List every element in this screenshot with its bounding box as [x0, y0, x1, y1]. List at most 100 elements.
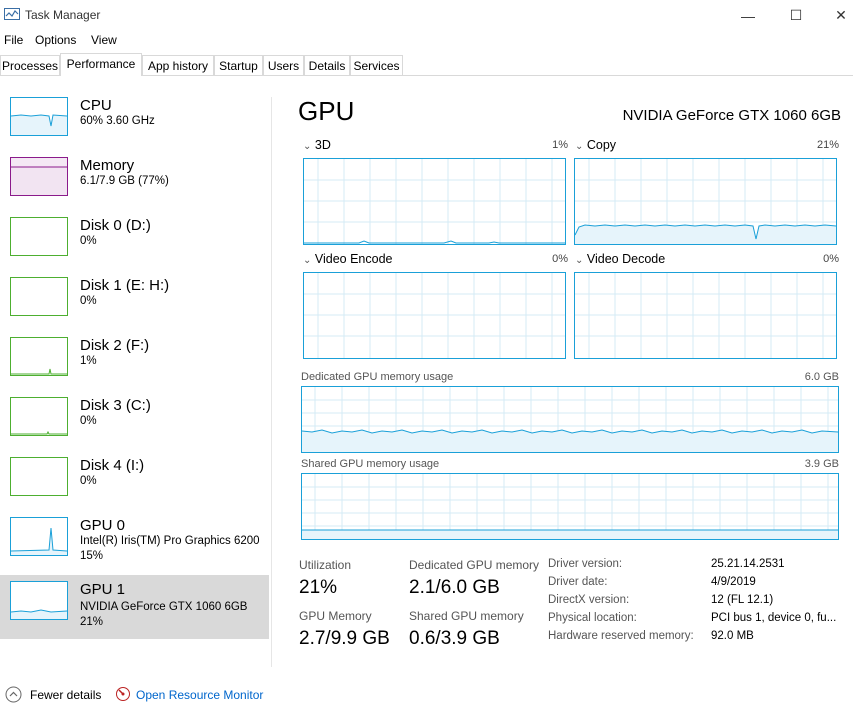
shared-gpu-memory-label: Shared GPU memory — [409, 609, 524, 623]
chevron-up-icon[interactable] — [5, 686, 22, 708]
chevron-down-icon: ⌄ — [303, 141, 312, 152]
physical-location-value: PCI bus 1, device 0, fu... — [711, 612, 837, 624]
sidebar-item-cpu[interactable]: CPU 60% 3.60 GHz — [0, 91, 269, 151]
minimize-icon: — — [741, 7, 755, 24]
directx-version-value: 12 (FL 12.1) — [711, 594, 774, 606]
graph-dedicated-memory — [301, 386, 839, 453]
sidebar-item-detail: 60% 3.60 GHz — [80, 115, 155, 127]
graph-3d — [303, 158, 566, 245]
sidebar-divider — [271, 97, 272, 667]
task-manager-icon — [4, 8, 20, 22]
driver-version-value: 25.21.14.2531 — [711, 558, 785, 570]
sidebar-item-detail: 0% — [80, 475, 97, 487]
disk-thumbnail-graph — [10, 337, 68, 376]
directx-version-label: DirectX version: — [548, 594, 630, 606]
window-title: Task Manager — [25, 8, 101, 22]
fewer-details-link[interactable]: Fewer details — [30, 688, 101, 702]
memory-thumbnail-graph — [10, 157, 68, 196]
engine-selector-3d[interactable]: ⌄ 3D — [303, 138, 331, 152]
sidebar-item-label: CPU — [80, 97, 112, 114]
sidebar-item-detail: 0% — [80, 415, 97, 427]
resource-monitor-icon — [115, 686, 131, 707]
sidebar-item-memory[interactable]: Memory 6.1/7.9 GB (77%) — [0, 151, 269, 211]
tab-services[interactable]: Services — [350, 55, 403, 75]
shared-memory-max: 3.9 GB — [804, 458, 839, 470]
sidebar-item-label: Disk 4 (I:) — [80, 457, 145, 474]
graph-video-decode — [574, 272, 837, 359]
sidebar-item-gpu-0[interactable]: GPU 0 Intel(R) Iris(TM) Pro Graphics 620… — [0, 511, 269, 571]
physical-location-label: Physical location: — [548, 612, 637, 624]
tab-users[interactable]: Users — [263, 55, 304, 75]
shared-memory-label: Shared GPU memory usage — [301, 458, 440, 470]
gpu-memory-label: GPU Memory — [299, 609, 372, 623]
tab-performance[interactable]: Performance — [60, 53, 142, 76]
sidebar-item-detail: 6.1/7.9 GB (77%) — [80, 175, 169, 187]
sidebar-item-gpu-1[interactable]: GPU 1 NVIDIA GeForce GTX 1060 6GB 21% — [0, 575, 269, 639]
engine-percent: 0% — [823, 253, 839, 265]
dedicated-memory-label: Dedicated GPU memory usage — [301, 371, 454, 383]
sidebar-item-disk-4[interactable]: Disk 4 (I:) 0% — [0, 451, 269, 511]
sidebar-item-detail: 1% — [80, 355, 97, 367]
sidebar-item-disk-2[interactable]: Disk 2 (F:) 1% — [0, 331, 269, 391]
sidebar-item-label: Disk 0 (D:) — [80, 217, 151, 234]
sidebar-item-disk-1[interactable]: Disk 1 (E: H:) 0% — [0, 271, 269, 331]
driver-version-label: Driver version: — [548, 558, 623, 570]
graph-copy — [574, 158, 837, 245]
engine-label: 3D — [314, 138, 331, 152]
hardware-reserved-memory-value: 92.0 MB — [711, 630, 754, 642]
minimize-button[interactable]: — — [725, 0, 771, 31]
tab-processes[interactable]: Processes — [0, 55, 60, 75]
cpu-thumbnail-graph — [10, 97, 68, 136]
engine-percent: 21% — [816, 139, 839, 151]
driver-date-label: Driver date: — [548, 576, 608, 588]
engine-label: Video Decode — [586, 252, 666, 266]
gpu-model-name: NVIDIA GeForce GTX 1060 6GB — [622, 107, 841, 124]
engine-selector-copy[interactable]: ⌄ Copy — [575, 138, 616, 152]
graph-shared-memory — [301, 473, 839, 540]
menu-options[interactable]: Options — [35, 33, 76, 47]
chevron-down-icon: ⌄ — [303, 255, 312, 266]
menu-view[interactable]: View — [91, 33, 117, 47]
engine-label: Video Encode — [314, 252, 393, 266]
sidebar-item-label: GPU 1 — [80, 581, 126, 598]
sidebar-item-label: GPU 0 — [80, 517, 126, 534]
driver-date-value: 4/9/2019 — [711, 576, 756, 588]
close-button[interactable]: ✕ — [818, 0, 853, 31]
disk-thumbnail-graph — [10, 457, 68, 496]
open-resource-monitor-link[interactable]: Open Resource Monitor — [136, 688, 263, 702]
sidebar-item-disk-3[interactable]: Disk 3 (C:) 0% — [0, 391, 269, 451]
engine-selector-video-decode[interactable]: ⌄ Video Decode — [575, 252, 665, 266]
maximize-icon: ☐ — [789, 7, 803, 23]
disk-thumbnail-graph — [10, 277, 68, 316]
sidebar-item-disk-0[interactable]: Disk 0 (D:) 0% — [0, 211, 269, 271]
engine-label: Copy — [586, 138, 617, 152]
chevron-down-icon: ⌄ — [575, 141, 584, 152]
gpu-memory-value: 2.7/9.9 GB — [299, 628, 390, 649]
shared-gpu-memory-value: 0.6/3.9 GB — [409, 628, 500, 649]
tab-app-history[interactable]: App history — [142, 55, 214, 75]
tab-details[interactable]: Details — [304, 55, 350, 75]
dedicated-memory-max: 6.0 GB — [804, 371, 839, 383]
hardware-reserved-memory-label: Hardware reserved memory: — [548, 630, 694, 642]
engine-selector-video-encode[interactable]: ⌄ Video Encode — [303, 252, 393, 266]
sidebar-item-label: Disk 1 (E: H:) — [80, 277, 170, 294]
sidebar-item-label: Disk 3 (C:) — [80, 397, 151, 414]
graph-video-encode — [303, 272, 566, 359]
sidebar-item-detail: NVIDIA GeForce GTX 1060 6GB — [80, 601, 248, 613]
dedicated-gpu-memory-label: Dedicated GPU memory — [409, 558, 540, 572]
tab-startup[interactable]: Startup — [214, 55, 263, 75]
page-title: GPU — [298, 96, 355, 126]
sidebar-item-detail: 0% — [80, 235, 97, 247]
disk-thumbnail-graph — [10, 217, 68, 256]
gpu-thumbnail-graph — [10, 517, 68, 556]
engine-percent: 1% — [552, 139, 568, 151]
engine-percent: 0% — [552, 253, 568, 265]
sidebar-item-detail: Intel(R) Iris(TM) Pro Graphics 6200 — [80, 535, 260, 547]
sidebar-item-label: Memory — [80, 157, 135, 174]
maximize-button[interactable]: ☐ — [773, 0, 819, 31]
menu-file[interactable]: File — [4, 33, 23, 47]
utilization-value: 21% — [299, 577, 338, 598]
disk-thumbnail-graph — [10, 397, 68, 436]
sidebar-item-detail: 0% — [80, 295, 97, 307]
sidebar-item-percent: 21% — [80, 616, 104, 628]
